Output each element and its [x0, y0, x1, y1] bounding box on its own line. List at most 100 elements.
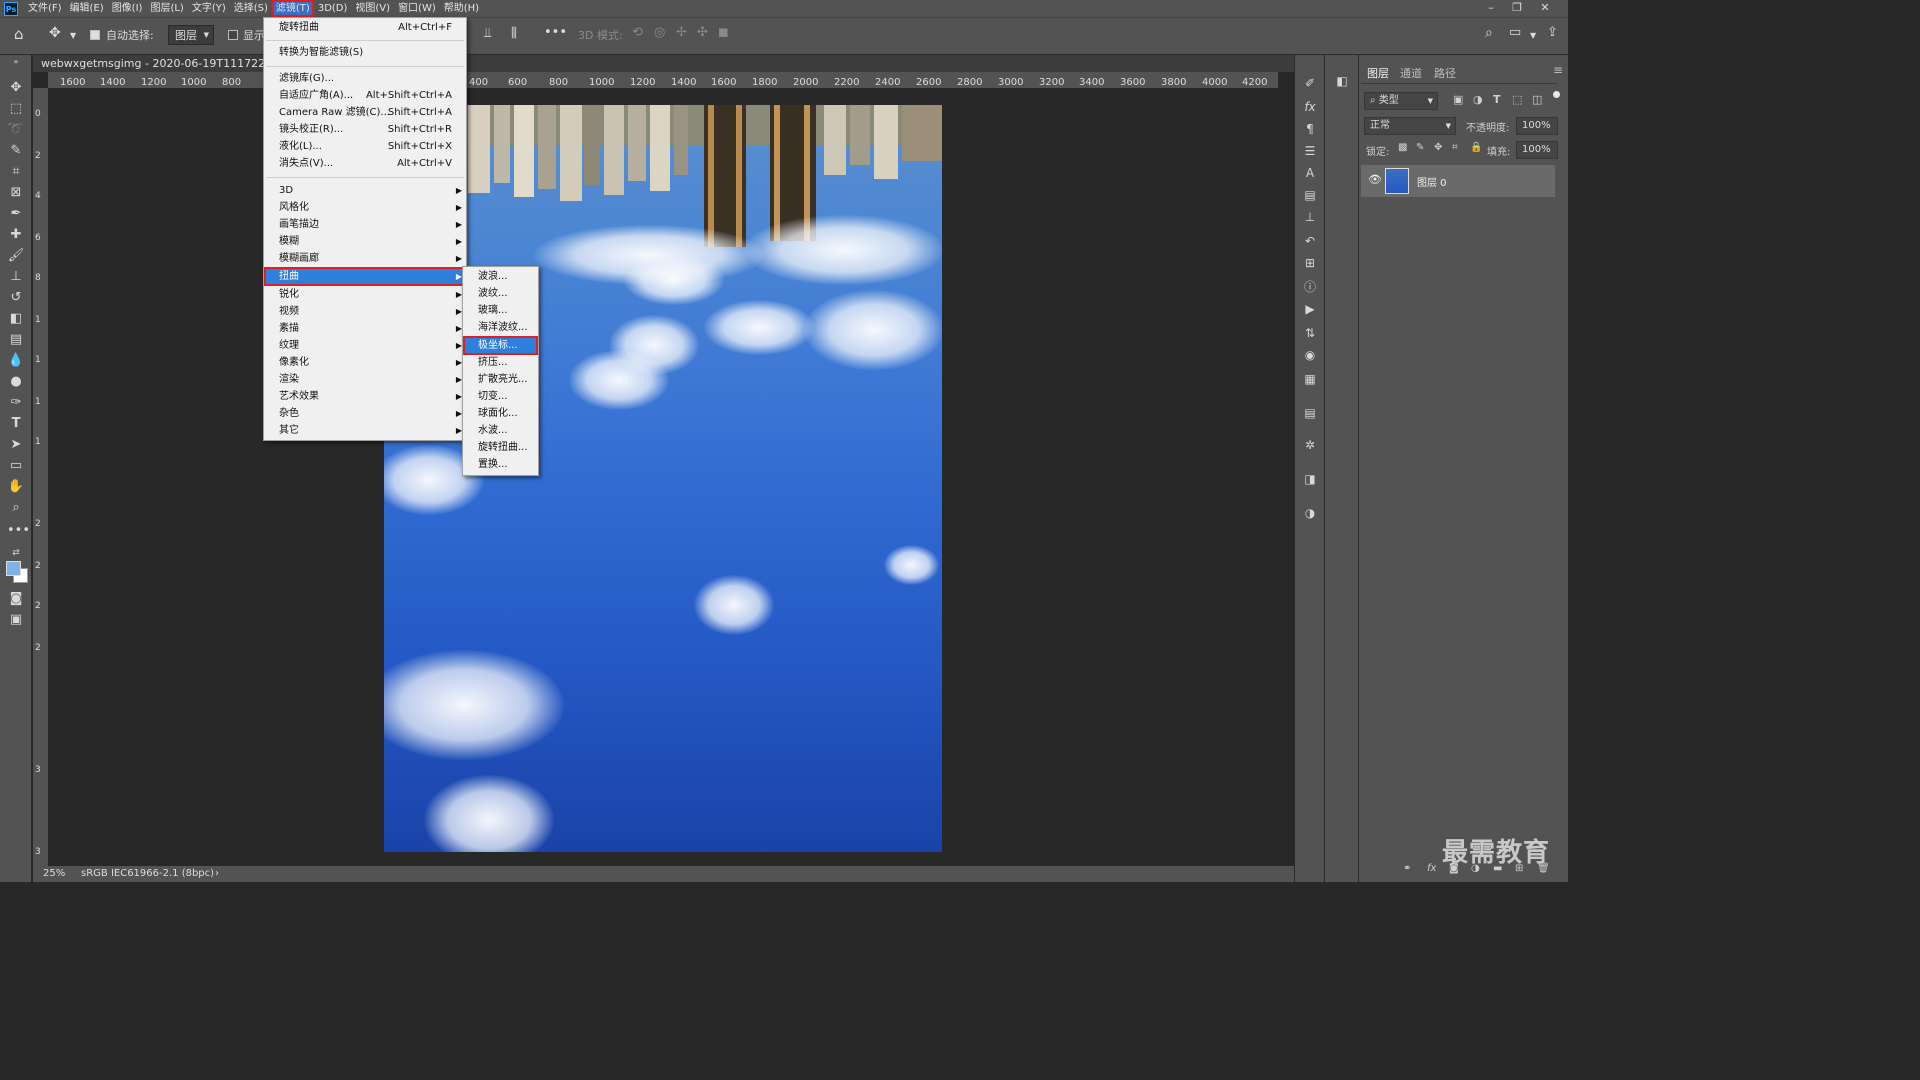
menu-filter[interactable]: 滤镜(T): [271, 0, 314, 17]
collapse-toolbar-icon[interactable]: »: [7, 57, 25, 67]
pen-tool-icon[interactable]: ✑: [7, 394, 25, 412]
auto-select-dropdown[interactable]: 图层 ▼: [168, 25, 214, 45]
menu-item-convert-smart-filter[interactable]: 转换为智能滤镜(S): [264, 44, 466, 61]
filter-adjustment-icon[interactable]: ◑: [1473, 93, 1483, 106]
filter-shape-icon[interactable]: ⬚: [1512, 93, 1522, 106]
info-icon[interactable]: ⓘ: [1302, 279, 1318, 295]
menu-view[interactable]: 视图(V): [351, 0, 394, 17]
menu-item-sharpen[interactable]: 锐化 ▶: [264, 286, 466, 303]
status-arrow-icon[interactable]: ›: [215, 866, 219, 882]
menu-item-distort[interactable]: 扭曲 ▶: [264, 267, 466, 286]
menu-item-other[interactable]: 其它 ▶: [264, 422, 466, 439]
menu-type[interactable]: 文字(Y): [188, 0, 230, 17]
menu-item-adaptive-wide-angle[interactable]: 自适应广角(A)... Alt+Shift+Ctrl+A: [264, 87, 466, 104]
marquee-tool-icon[interactable]: ⬚: [7, 100, 25, 118]
character-styles-icon[interactable]: fx: [1302, 99, 1318, 115]
healing-brush-tool-icon[interactable]: ✚: [7, 226, 25, 244]
fill-input[interactable]: 100%: [1516, 141, 1558, 159]
filter-type-icon[interactable]: T: [1493, 93, 1501, 106]
chevron-down-icon[interactable]: ▼: [70, 31, 76, 40]
type-tool-icon[interactable]: T: [7, 415, 25, 433]
lock-all-icon[interactable]: 🔒: [1470, 142, 1482, 153]
link-layers-icon[interactable]: ⚭: [1403, 863, 1411, 874]
properties-icon[interactable]: ⊞: [1302, 255, 1318, 271]
dodge-tool-icon[interactable]: ●: [7, 373, 25, 391]
gradient-tool-icon[interactable]: ▤: [7, 331, 25, 349]
menu-item-noise[interactable]: 杂色 ▶: [264, 405, 466, 422]
menu-item-liquify[interactable]: 液化(L)... Shift+Ctrl+X: [264, 138, 466, 155]
submenu-item-pinch[interactable]: 挤压...: [463, 354, 538, 371]
menu-item-last-filter[interactable]: 旋转扭曲 Alt+Ctrl+F: [264, 19, 466, 36]
3d-slide-icon[interactable]: ✣: [697, 25, 708, 40]
lasso-tool-icon[interactable]: ➰: [7, 121, 25, 139]
lock-image-icon[interactable]: ✎: [1416, 142, 1424, 153]
lock-position-icon[interactable]: ✥: [1434, 142, 1442, 153]
minimize-icon[interactable]: –: [1480, 0, 1502, 17]
edit-toolbar-icon[interactable]: •••: [7, 522, 30, 540]
swatches-icon[interactable]: ◧: [1334, 73, 1350, 89]
menu-help[interactable]: 帮助(H): [440, 0, 483, 17]
restore-icon[interactable]: ❐: [1506, 0, 1528, 17]
path-selection-tool-icon[interactable]: ➤: [7, 436, 25, 454]
menu-image[interactable]: 图像(I): [108, 0, 147, 17]
panel-menu-icon[interactable]: ≡: [1553, 63, 1563, 77]
submenu-item-spherize[interactable]: 球面化...: [463, 405, 538, 422]
quick-select-tool-icon[interactable]: ✎: [7, 142, 25, 160]
submenu-item-zigzag[interactable]: 水波...: [463, 422, 538, 439]
filter-smart-object-icon[interactable]: ◫: [1532, 93, 1542, 106]
3d-icon[interactable]: ◉: [1302, 347, 1318, 363]
opacity-input[interactable]: 100%: [1516, 117, 1558, 135]
clone-stamp-tool-icon[interactable]: ⊥: [7, 268, 25, 286]
3d-pan-icon[interactable]: ✢: [676, 25, 687, 40]
menu-item-3d[interactable]: 3D ▶: [264, 182, 466, 199]
table-icon[interactable]: ▦: [1302, 371, 1318, 387]
eyedropper-tool-icon[interactable]: ✒: [7, 205, 25, 223]
timeline-icon[interactable]: ◨: [1302, 471, 1318, 487]
submenu-item-twirl[interactable]: 旋转扭曲...: [463, 439, 538, 456]
adjustments-icon[interactable]: ☰: [1302, 143, 1318, 159]
photoshop-logo-icon[interactable]: Ps: [4, 1, 18, 16]
document-tab[interactable]: webwxgetmsgimg - 2020-06-19T111722.510.j…: [33, 55, 268, 72]
tab-paths[interactable]: 路径: [1434, 65, 1456, 81]
menu-item-lens-correction[interactable]: 镜头校正(R)... Shift+Ctrl+R: [264, 121, 466, 138]
clone-source-icon[interactable]: ⊥: [1302, 209, 1318, 225]
submenu-item-displace[interactable]: 置换...: [463, 456, 538, 473]
submenu-item-glass[interactable]: 玻璃...: [463, 302, 538, 319]
paragraph-icon[interactable]: ¶: [1302, 121, 1318, 137]
swap-colors-icon[interactable]: ⇄: [7, 544, 25, 562]
share-icon[interactable]: ⇪: [1547, 25, 1558, 40]
menu-item-blur[interactable]: 模糊 ▶: [264, 233, 466, 250]
history-brush-tool-icon[interactable]: ↺: [7, 289, 25, 307]
submenu-item-ocean-ripple[interactable]: 海洋波纹...: [463, 319, 538, 336]
menu-item-video[interactable]: 视频 ▶: [264, 303, 466, 320]
actions-play-icon[interactable]: ▶: [1302, 301, 1318, 317]
notes-icon[interactable]: ▤: [1302, 405, 1318, 421]
3d-orbit-icon[interactable]: ⟲: [632, 25, 643, 40]
submenu-item-polar-coordinates[interactable]: 极坐标...: [463, 336, 538, 355]
layer-row[interactable]: 👁 图层 0: [1361, 165, 1555, 197]
chevron-down-icon[interactable]: ▼: [1530, 31, 1536, 40]
hand-tool-icon[interactable]: ✋: [7, 478, 25, 496]
lock-transparent-icon[interactable]: ▩: [1398, 142, 1407, 153]
eraser-tool-icon[interactable]: ◧: [7, 310, 25, 328]
filter-toggle-icon[interactable]: [1553, 91, 1560, 98]
menu-item-brush-strokes[interactable]: 画笔描边 ▶: [264, 216, 466, 233]
tab-channels[interactable]: 通道: [1400, 65, 1422, 81]
workspace-icon[interactable]: ▭: [1509, 25, 1521, 40]
submenu-item-shear[interactable]: 切变...: [463, 388, 538, 405]
menu-3d[interactable]: 3D(D): [314, 0, 352, 17]
layer-name[interactable]: 图层 0: [1417, 174, 1447, 189]
move-tool-preset-icon[interactable]: ✥: [49, 25, 61, 41]
tab-layers[interactable]: 图层: [1367, 65, 1389, 81]
crop-tool-icon[interactable]: ⌗: [7, 163, 25, 181]
menu-item-sketch[interactable]: 素描 ▶: [264, 320, 466, 337]
more-options-icon[interactable]: •••: [544, 25, 567, 40]
navigator-icon[interactable]: ⇅: [1302, 325, 1318, 341]
menu-item-vanishing-point[interactable]: 消失点(V)... Alt+Ctrl+V: [264, 155, 466, 172]
brush-settings-icon[interactable]: ✐: [1302, 75, 1318, 91]
glyphs-icon[interactable]: ✲: [1302, 437, 1318, 453]
submenu-item-wave[interactable]: 波浪...: [463, 268, 538, 285]
menu-item-texture[interactable]: 纹理 ▶: [264, 337, 466, 354]
search-icon[interactable]: ⌕: [1485, 25, 1493, 41]
align-bottom-icon[interactable]: ⫫: [484, 26, 491, 41]
